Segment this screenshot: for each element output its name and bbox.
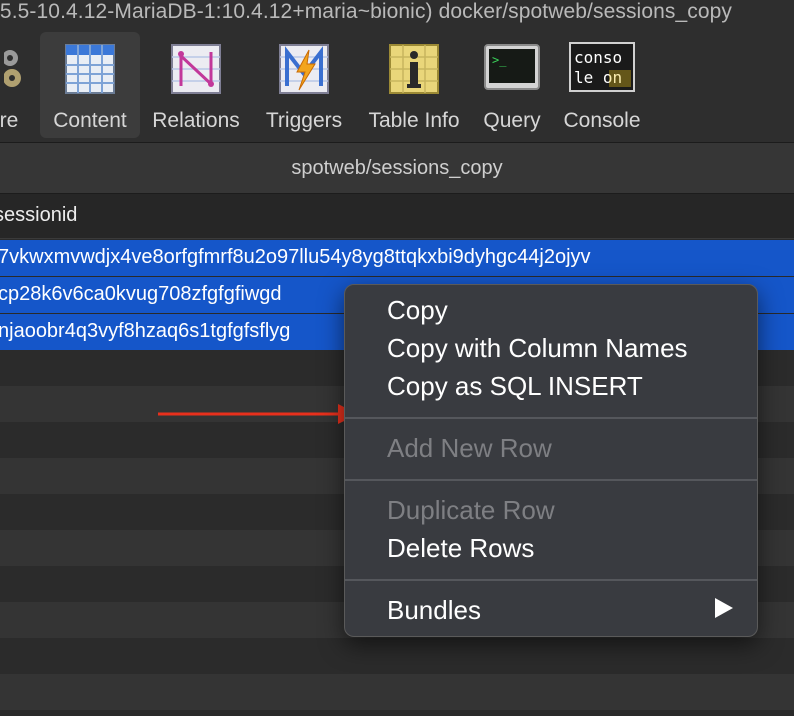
- menu-separator: [345, 417, 757, 419]
- console-icon: conso le on: [569, 42, 635, 97]
- toolbar-structure-label: ure: [0, 109, 19, 132]
- table-path-bar: spotweb/sessions_copy: [0, 142, 794, 194]
- column-header[interactable]: sessionid: [0, 194, 794, 239]
- annotation-arrow-icon: [158, 404, 358, 433]
- table-row[interactable]: 7vkwxmvwdjx4ve8orfgfmrf8u2o97llu54y8yg8t…: [0, 240, 794, 276]
- menu-item-copy[interactable]: Copy: [387, 295, 448, 326]
- relations-icon: [171, 44, 221, 99]
- table-info-icon: [389, 44, 439, 99]
- table-cell-sessionid[interactable]: 7vkwxmvwdjx4ve8orfgfmrf8u2o97llu54y8yg8t…: [0, 246, 591, 269]
- toolbar-triggers-button[interactable]: Triggers: [254, 32, 354, 138]
- menu-item-bundles[interactable]: Bundles: [387, 595, 481, 626]
- submenu-arrow-icon: [715, 598, 733, 618]
- toolbar-console-button[interactable]: conso le on Console: [556, 32, 648, 138]
- content-icon: [65, 44, 115, 99]
- toolbar-query-label: Query: [483, 109, 541, 132]
- toolbar-structure-button[interactable]: ure: [0, 32, 38, 138]
- toolbar-content-label: Content: [53, 109, 127, 132]
- menu-separator: [345, 479, 757, 481]
- menu-item-delete-rows[interactable]: Delete Rows: [387, 533, 534, 564]
- toolbar-table-info-button[interactable]: Table Info: [360, 32, 468, 138]
- window-title-bar: .5.5-10.4.12-MariaDB-1:10.4.12+maria~bio…: [0, 0, 794, 30]
- context-menu: Copy Copy with Column Names Copy as SQL …: [344, 284, 758, 637]
- table-row-empty[interactable]: [0, 674, 794, 710]
- triggers-icon: [279, 44, 329, 99]
- toolbar-query-button[interactable]: >_ Query: [474, 32, 550, 138]
- menu-item-add-new-row: Add New Row: [387, 433, 552, 463]
- toolbar: ure Content: [0, 30, 794, 142]
- toolbar-relations-button[interactable]: Relations: [146, 32, 246, 138]
- menu-separator: [345, 579, 757, 581]
- svg-text:>_: >_: [492, 53, 507, 67]
- query-icon: >_: [484, 44, 540, 95]
- toolbar-relations-label: Relations: [152, 109, 240, 132]
- table-row-empty[interactable]: [0, 638, 794, 674]
- toolbar-content-button[interactable]: Content: [40, 32, 140, 138]
- menu-item-copy-with-column-names[interactable]: Copy with Column Names: [387, 333, 688, 364]
- toolbar-console-label: Console: [563, 109, 641, 132]
- menu-item-duplicate-row: Duplicate Row: [387, 495, 555, 525]
- column-header-sessionid[interactable]: sessionid: [0, 204, 77, 227]
- console-icon-text-line1: conso: [574, 48, 622, 67]
- table-path: spotweb/sessions_copy: [291, 157, 503, 179]
- table-cell-sessionid[interactable]: cp28k6v6ca0kvug708zfgfgfiwgd: [0, 283, 282, 306]
- menu-item-copy-as-sql-insert[interactable]: Copy as SQL INSERT: [387, 371, 643, 402]
- window-title: .5.5-10.4.12-MariaDB-1:10.4.12+maria~bio…: [0, 0, 733, 23]
- structure-icon: [2, 44, 26, 97]
- toolbar-triggers-label: Triggers: [265, 109, 343, 132]
- table-cell-sessionid[interactable]: njaoobr4q3vyf8hzaq6s1tgfgfsflyg: [0, 320, 290, 343]
- toolbar-table-info-label: Table Info: [368, 109, 460, 132]
